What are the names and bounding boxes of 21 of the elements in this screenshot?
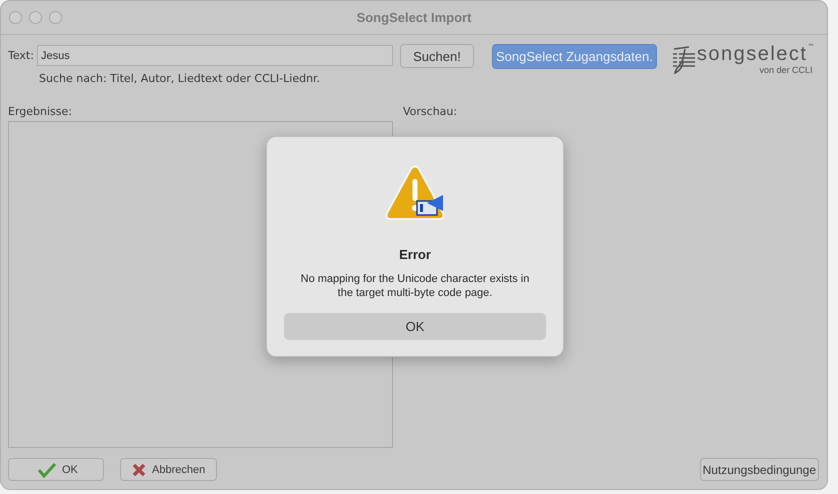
- results-label: Ergebnisse:: [8, 105, 73, 118]
- cancel-button[interactable]: Abbrechen: [120, 458, 217, 481]
- text-label: Text:: [8, 49, 34, 62]
- dialog-ok-button[interactable]: OK: [284, 313, 546, 340]
- window-title: SongSelect Import: [356, 10, 472, 25]
- logo-subtitle: von der CCLI: [759, 65, 812, 75]
- close-button[interactable]: [9, 11, 22, 24]
- minimize-button[interactable]: [29, 11, 42, 24]
- dialog-message: No mapping for the Unicode character exists in the target multi-byte code page.: [300, 272, 530, 300]
- search-hint: Suche nach: Titel, Autor, Liedtext oder CCLI-Liednr.: [39, 72, 322, 85]
- cross-icon: [131, 462, 147, 478]
- preview-label: Vorschau:: [403, 105, 458, 118]
- search-field[interactable]: Jesus: [36, 45, 393, 66]
- dialog-title: Error: [399, 247, 431, 262]
- ok-button[interactable]: OK: [8, 458, 104, 481]
- zoom-button[interactable]: [49, 11, 62, 24]
- checkmark-icon: [37, 462, 57, 478]
- logo-wordmark: songselect: [696, 43, 808, 65]
- music-note-icon: [670, 45, 697, 75]
- search-button[interactable]: Suchen!: [400, 44, 474, 68]
- terms-button[interactable]: Nutzungsbedingunge: [700, 458, 819, 481]
